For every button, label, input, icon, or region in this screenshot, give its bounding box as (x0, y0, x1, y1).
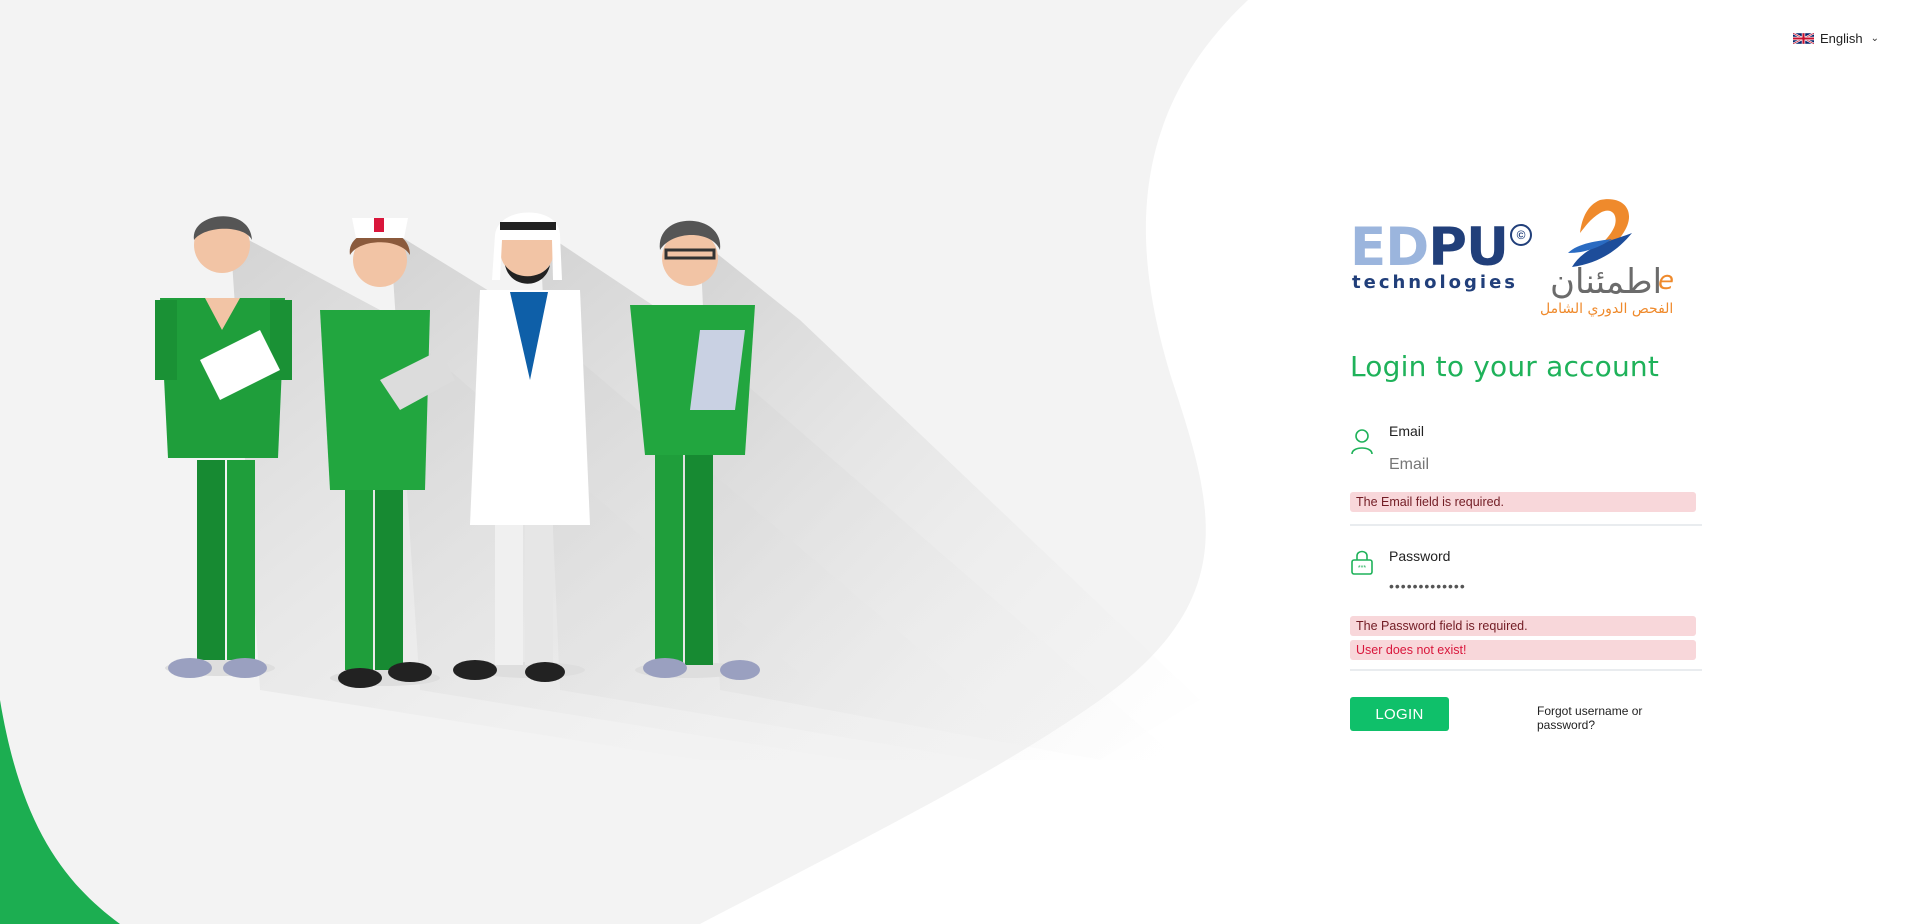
email-error-message: The Email field is required. (1350, 492, 1696, 512)
chevron-down-icon: ⌄ (1870, 33, 1880, 44)
password-input[interactable] (1389, 578, 1689, 594)
login-title: Login to your account (1350, 350, 1660, 383)
itmenan-logo: اطمئنان e الفحص الدوري الشامل (1540, 199, 1674, 317)
uk-flag-icon (1793, 32, 1814, 45)
itmenan-arabic-name: اطمئنان (1550, 262, 1662, 302)
itmenan-tagline: الفحص الدوري الشامل (1540, 301, 1673, 317)
forgot-password-link[interactable]: Forgot username or password? (1537, 704, 1702, 732)
login-button[interactable]: LOGIN (1350, 697, 1449, 731)
svg-text:***: *** (1358, 565, 1366, 572)
user-icon (1351, 429, 1373, 455)
email-group: Email (1350, 423, 1702, 493)
edpu-wordmark: EDPU (1350, 217, 1509, 278)
user-error-message: User does not exist! (1350, 640, 1696, 660)
itmenan-e-prefix: e (1658, 266, 1674, 296)
language-selector[interactable]: English ⌄ (1793, 31, 1879, 46)
email-divider (1350, 524, 1702, 526)
language-label: English (1820, 31, 1863, 46)
email-input[interactable] (1389, 456, 1689, 474)
password-error-message: The Password field is required. (1350, 616, 1696, 636)
password-group: *** Password (1350, 548, 1702, 608)
password-label: Password (1389, 548, 1451, 564)
edpu-tagline: technologies (1352, 272, 1518, 293)
email-label: Email (1389, 423, 1425, 439)
edpu-logo: EDPU © technologies (1350, 217, 1532, 298)
lock-icon: *** (1351, 550, 1373, 575)
password-divider (1350, 669, 1702, 671)
